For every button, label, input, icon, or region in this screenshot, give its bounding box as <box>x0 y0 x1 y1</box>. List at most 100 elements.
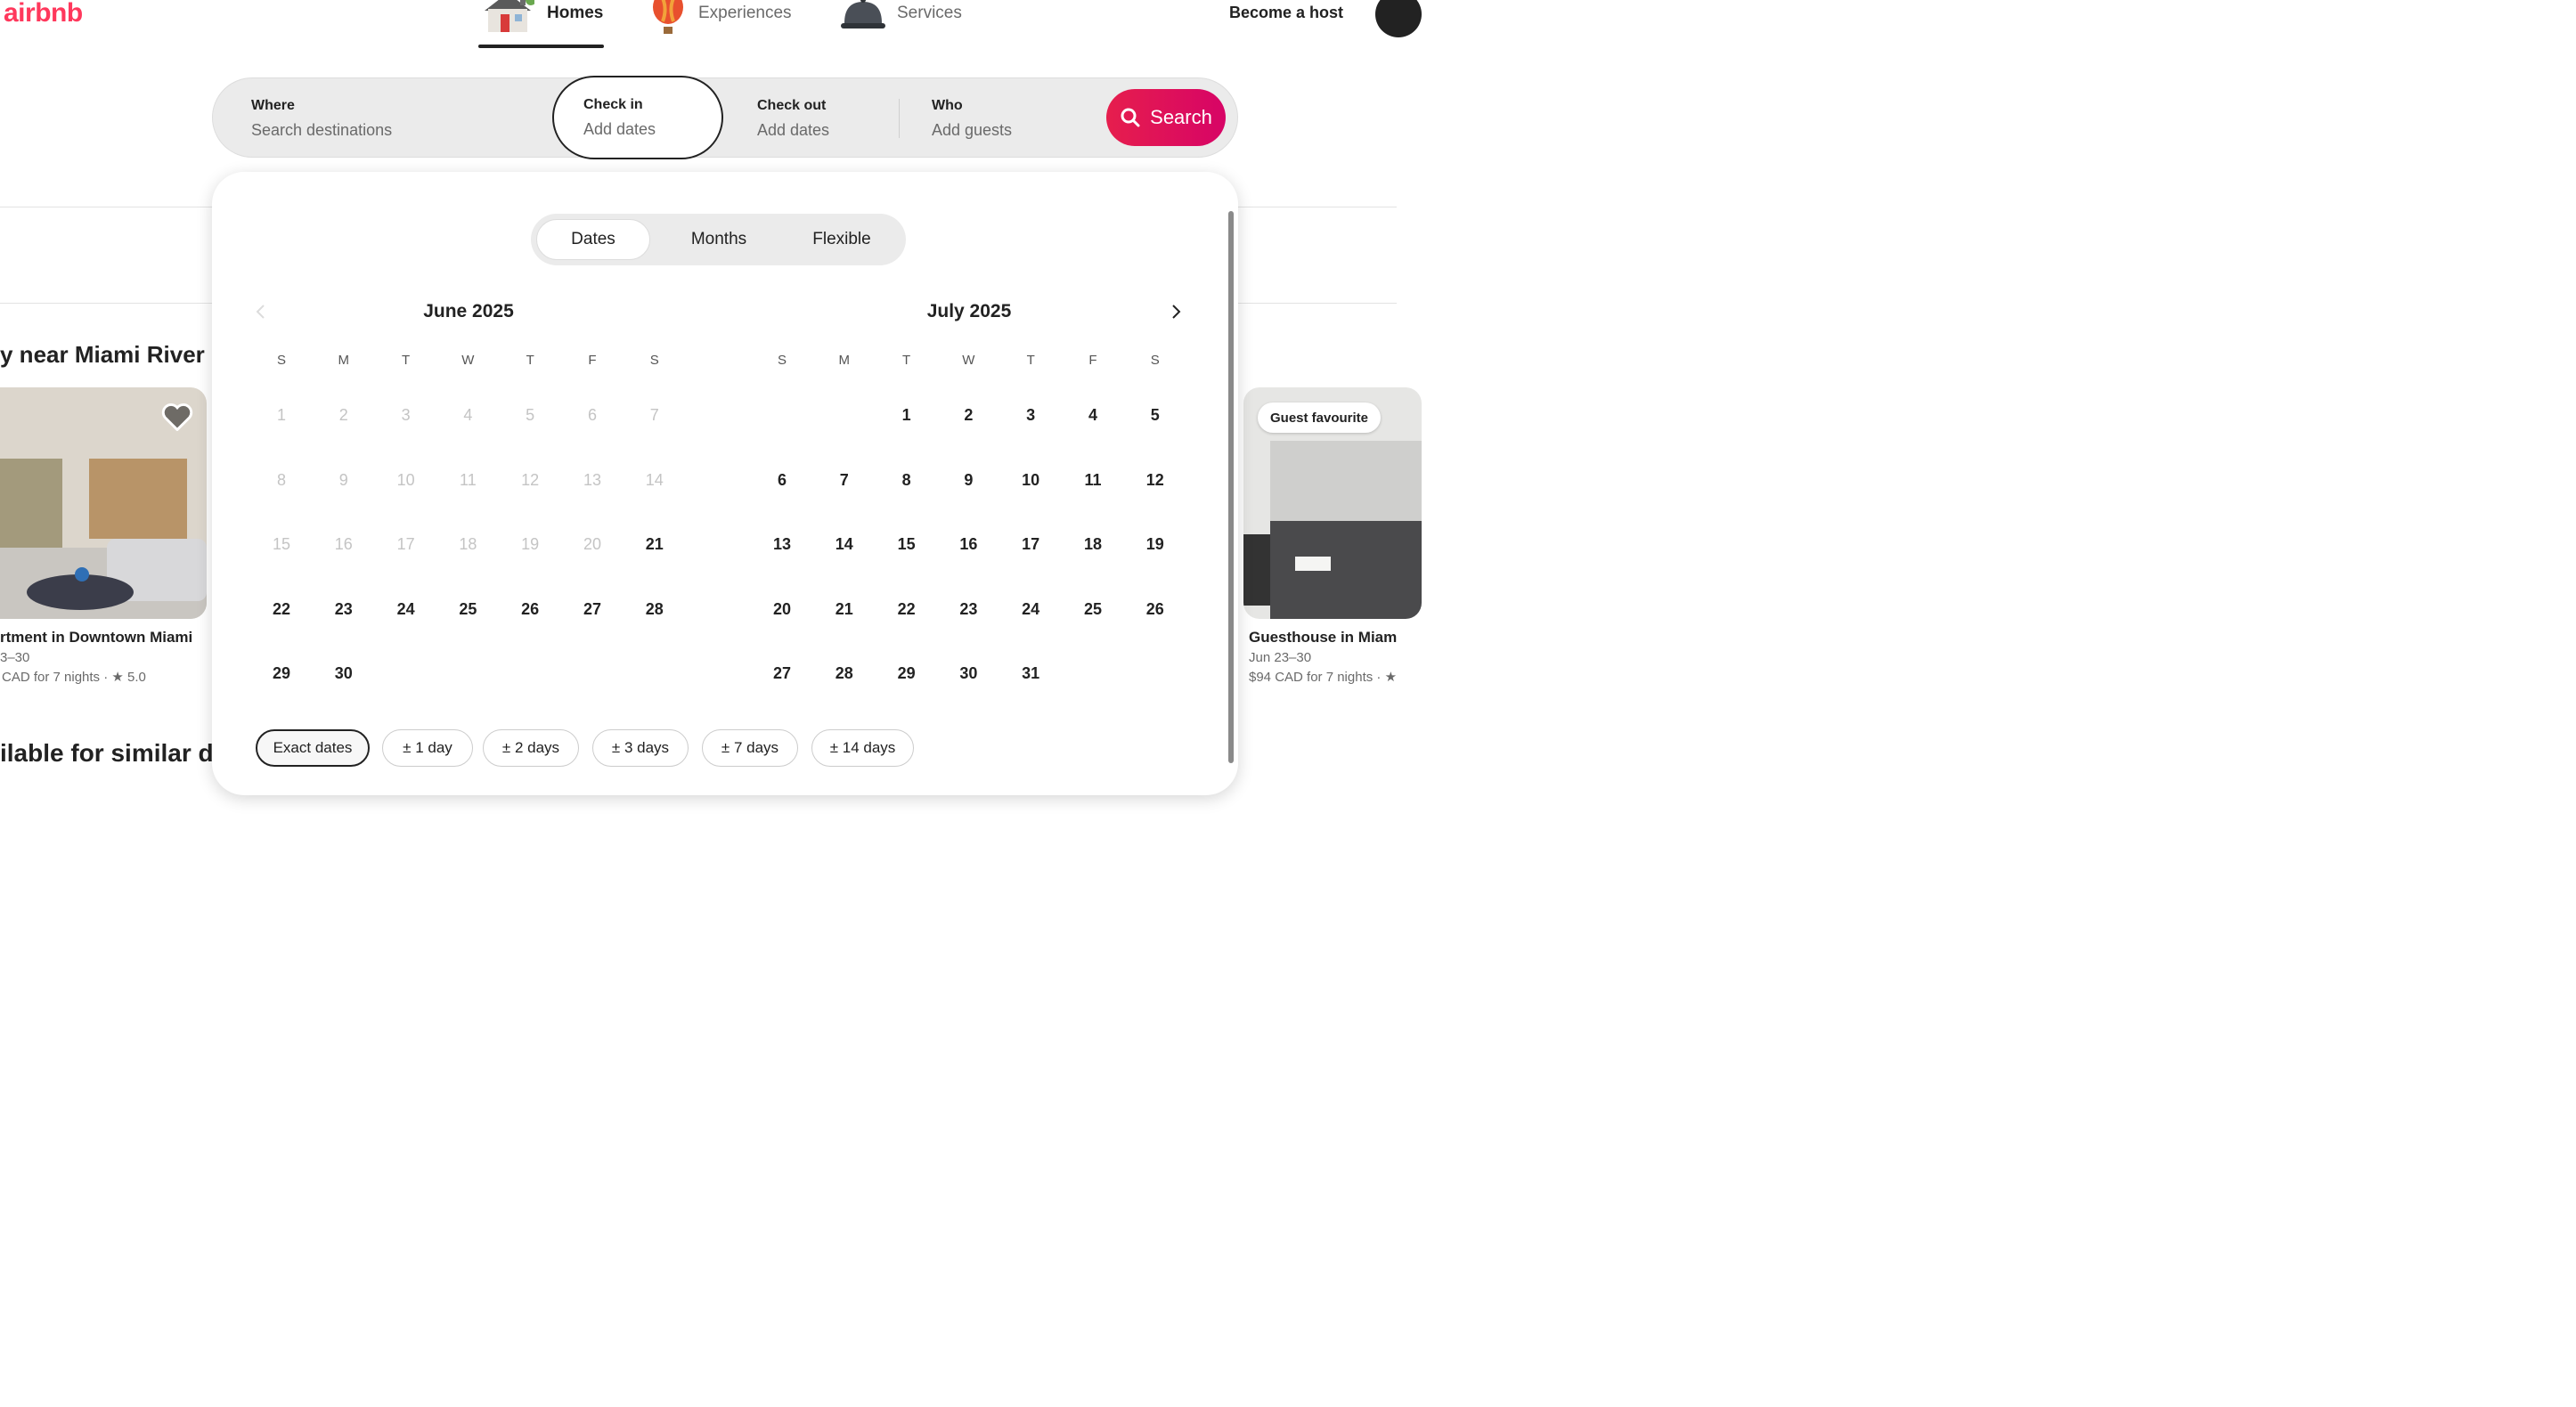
active-tab-underline <box>478 45 604 48</box>
calendar-day: 16 <box>334 534 353 553</box>
calendar-day: 9 <box>338 470 348 489</box>
calendar-day[interactable]: 24 <box>384 591 428 627</box>
calendar-day[interactable]: 27 <box>570 591 615 627</box>
tab-experiences[interactable]: Experiences <box>650 0 792 50</box>
calendar-day[interactable]: 29 <box>884 655 929 691</box>
calendar-day[interactable]: 26 <box>1133 591 1178 627</box>
weekday-header: W <box>962 353 975 368</box>
calendar-day[interactable]: 12 <box>1133 462 1178 498</box>
airbnb-logo[interactable]: airbnb <box>4 0 83 28</box>
calendar-day[interactable]: 25 <box>445 591 490 627</box>
weekday-header: S <box>1150 353 1160 368</box>
weekday-header: T <box>526 353 534 368</box>
panel-scrollbar[interactable] <box>1228 211 1234 763</box>
section-title-bottom: ilable for similar da <box>0 739 228 767</box>
listing-price-left: CAD for 7 nights · ★ 5.0 <box>2 670 146 685</box>
mode-dates[interactable]: Dates <box>536 219 650 260</box>
listing-title-left[interactable]: rtment in Downtown Miami <box>0 629 192 647</box>
search-button-label: Search <box>1150 106 1212 128</box>
tab-experiences-label: Experiences <box>698 4 792 22</box>
flexibility-chip[interactable]: ± 2 days <box>483 729 579 767</box>
calendar-day[interactable]: 23 <box>946 591 990 627</box>
profile-menu-button[interactable] <box>1375 0 1422 37</box>
mode-flexible[interactable]: Flexible <box>780 214 903 265</box>
check-out-value: Add dates <box>757 121 830 139</box>
flexibility-chip[interactable]: ± 1 day <box>382 729 473 767</box>
calendar-day: 5 <box>526 405 535 424</box>
become-host-link[interactable]: Become a host <box>1229 4 1343 22</box>
tab-homes[interactable]: Homes <box>481 0 603 50</box>
calendar-day[interactable]: 10 <box>1008 462 1053 498</box>
calendar-day[interactable]: 15 <box>884 526 929 562</box>
calendar-day[interactable]: 21 <box>822 591 867 627</box>
calendar-day[interactable]: 20 <box>760 591 804 627</box>
calendar-day: 4 <box>463 405 473 424</box>
calendar-day[interactable]: 24 <box>1008 591 1053 627</box>
calendar-day[interactable]: 1 <box>884 397 929 433</box>
where-input[interactable]: Search destinations <box>251 121 545 140</box>
calendar-day[interactable]: 19 <box>1133 526 1178 562</box>
calendar-day[interactable]: 2 <box>946 397 990 433</box>
calendar-day: 10 <box>396 470 415 489</box>
calendar-day[interactable]: 4 <box>1071 397 1115 433</box>
check-in-value: Add dates <box>583 120 656 138</box>
who-value: Add guests <box>932 121 1013 139</box>
flexibility-chip[interactable]: ± 3 days <box>592 729 689 767</box>
favorite-heart-icon[interactable] <box>161 403 193 431</box>
calendar-day: 19 <box>521 534 540 553</box>
exact-dates-chip[interactable]: Exact dates <box>256 729 370 767</box>
calendar-day: 6 <box>587 405 597 424</box>
calendar-day: 3 <box>401 405 411 424</box>
calendar-day[interactable]: 22 <box>259 591 304 627</box>
calendar-day[interactable]: 17 <box>1008 526 1053 562</box>
calendar-day[interactable]: 28 <box>822 655 867 691</box>
calendar-day[interactable]: 8 <box>884 462 929 498</box>
calendar-day: 7 <box>649 405 659 424</box>
calendar-day[interactable]: 26 <box>508 591 552 627</box>
calendar-day[interactable]: 21 <box>632 526 677 562</box>
listing-dates-right: Jun 23–30 <box>1249 650 1312 665</box>
tab-homes-label: Homes <box>547 4 604 22</box>
check-out-field[interactable]: Check out Add dates <box>757 78 900 159</box>
calendar-day[interactable]: 23 <box>322 591 366 627</box>
weekday-header: M <box>338 353 350 368</box>
check-in-field[interactable]: Check in Add dates <box>552 76 723 159</box>
calendar-day[interactable]: 27 <box>760 655 804 691</box>
calendar-day[interactable]: 30 <box>946 655 990 691</box>
calendar-day[interactable]: 9 <box>946 462 990 498</box>
search-button[interactable]: Search <box>1106 89 1226 146</box>
calendar-day[interactable]: 11 <box>1071 462 1115 498</box>
search-icon <box>1121 108 1140 127</box>
calendar-day[interactable]: 29 <box>259 655 304 691</box>
calendar-day[interactable]: 31 <box>1008 655 1053 691</box>
check-out-label: Check out <box>757 98 827 113</box>
calendar-day[interactable]: 5 <box>1133 397 1178 433</box>
weekday-header: S <box>276 353 286 368</box>
calendar-day[interactable]: 30 <box>322 655 366 691</box>
calendar-day[interactable]: 14 <box>822 526 867 562</box>
calendar-day[interactable]: 25 <box>1071 591 1115 627</box>
calendar-day[interactable]: 6 <box>760 462 804 498</box>
weekday-header: F <box>1088 353 1097 368</box>
date-mode-toggle: Dates Months Flexible <box>531 214 906 265</box>
calendar-day[interactable]: 16 <box>946 526 990 562</box>
calendar-day[interactable]: 22 <box>884 591 929 627</box>
tab-services[interactable]: Services <box>839 0 962 50</box>
calendar-day: 17 <box>396 534 415 553</box>
where-field[interactable]: Where Search destinations <box>251 78 545 159</box>
calendar-day[interactable]: 18 <box>1071 526 1115 562</box>
listing-price-right: $94 CAD for 7 nights · ★ <box>1249 670 1398 685</box>
mode-months[interactable]: Months <box>657 214 780 265</box>
listing-title-right[interactable]: Guesthouse in Miam <box>1249 629 1397 647</box>
listing-dates-left: 3–30 <box>0 650 30 665</box>
calendar-day[interactable]: 3 <box>1008 397 1053 433</box>
calendar-day[interactable]: 28 <box>632 591 677 627</box>
calendar-day[interactable]: 13 <box>760 526 804 562</box>
calendar-day[interactable]: 7 <box>822 462 867 498</box>
flexibility-chip[interactable]: ± 14 days <box>811 729 914 767</box>
weekday-header: M <box>838 353 851 368</box>
who-field[interactable]: Who Add guests <box>932 78 1101 159</box>
calendar-day: 13 <box>583 470 602 489</box>
flexibility-chip[interactable]: ± 7 days <box>702 729 798 767</box>
section-title[interactable]: y near Miami River › <box>0 341 219 369</box>
